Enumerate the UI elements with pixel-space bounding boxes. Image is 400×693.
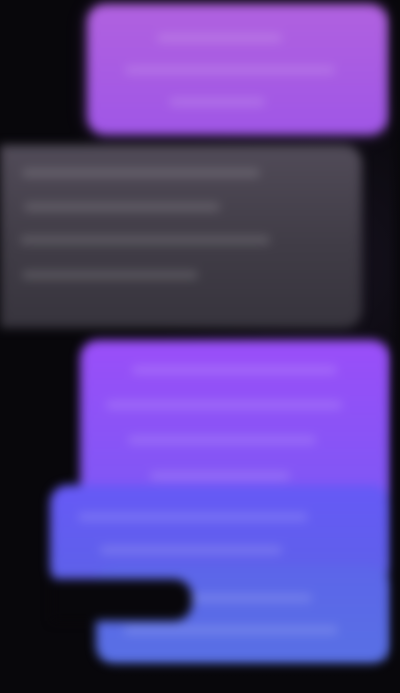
message-text-line	[100, 546, 282, 554]
outgoing-message-bubble[interactable]	[87, 4, 388, 135]
message-text-line	[22, 169, 260, 177]
bottom-fade	[0, 659, 400, 693]
message-text-line	[22, 271, 198, 279]
message-text-line	[157, 34, 282, 42]
message-text-line	[124, 626, 338, 634]
message-text-line	[106, 401, 342, 409]
message-text-line	[24, 203, 220, 211]
incoming-message-bubble[interactable]	[0, 145, 362, 328]
message-text-line	[125, 66, 335, 74]
message-text-line	[169, 98, 265, 106]
message-text-line	[132, 366, 337, 374]
edge-shadow	[388, 0, 400, 693]
message-text-line	[150, 472, 290, 480]
message-screen	[0, 0, 400, 693]
bubble-gap-shadow	[52, 579, 192, 621]
message-text-line	[78, 513, 308, 521]
blurred-conversation	[0, 0, 400, 693]
message-text-line	[20, 236, 270, 244]
message-text-line	[128, 436, 316, 444]
